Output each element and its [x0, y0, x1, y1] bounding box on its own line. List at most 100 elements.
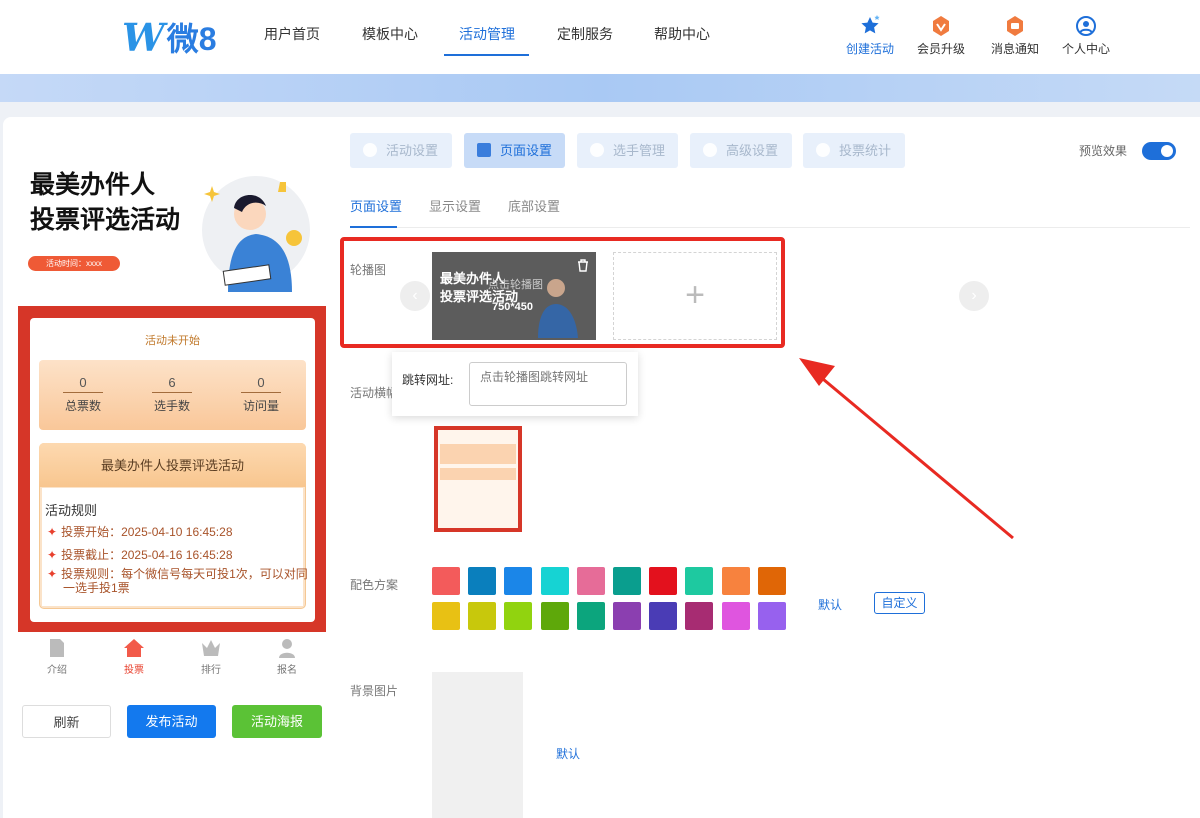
crown-icon	[202, 640, 220, 656]
activity-time-badge: 活动时间：xxxx	[28, 256, 120, 271]
vip-upgrade-label: 会员升级	[916, 42, 965, 56]
color-swatch[interactable]	[576, 602, 605, 630]
color-swatch[interactable]	[432, 602, 460, 630]
tab-signup-label: 报名	[277, 665, 297, 676]
user-circle-icon	[1076, 16, 1096, 36]
tab-intro[interactable]: 介绍	[37, 638, 77, 676]
subtab-active-underline	[350, 226, 397, 228]
subtab-bottom-settings[interactable]: 底部设置	[508, 196, 560, 215]
stat-total-votes-label: 总票数	[64, 399, 101, 413]
layout-icon	[477, 143, 491, 157]
background-image-label: 背景图片	[350, 684, 399, 698]
vip-badge-icon	[933, 16, 949, 36]
nav-templates[interactable]: 模板中心	[362, 24, 418, 44]
color-swatch[interactable]	[757, 567, 786, 595]
stat-total-votes-value: 0	[63, 375, 103, 393]
color-default-link[interactable]: 默认	[818, 596, 842, 613]
vip-upgrade-button[interactable]: 会员升级	[906, 14, 976, 57]
rule-end-text: 投票截止：2025-04-16 16:45:28	[61, 548, 233, 562]
carousel-next-button[interactable]: ›	[959, 281, 989, 311]
color-custom-button[interactable]: 自定义	[874, 592, 925, 614]
tab-ranking[interactable]: 排行	[191, 638, 231, 676]
chevron-right-icon: ›	[971, 287, 977, 304]
tab-activity-settings[interactable]: 活动设置	[350, 133, 452, 168]
background-image-placeholder[interactable]	[432, 672, 523, 818]
stat-contestants-value: 6	[152, 375, 192, 393]
tab-ranking-label: 排行	[201, 665, 221, 676]
color-swatch[interactable]	[432, 567, 460, 595]
color-swatch[interactable]	[576, 567, 605, 595]
rule-start-text: 投票开始：2025-04-10 16:45:28	[61, 525, 233, 539]
refresh-button[interactable]: 刷新	[22, 705, 111, 738]
tab-intro-label: 介绍	[47, 665, 67, 676]
color-swatch[interactable]	[504, 602, 533, 630]
color-swatch[interactable]	[613, 567, 641, 595]
color-swatch[interactable]	[540, 602, 569, 630]
tab-advanced-settings-label: 高级设置	[726, 143, 779, 158]
color-swatch[interactable]	[649, 567, 678, 595]
stat-visits: 0 访问量	[231, 375, 291, 414]
banner-thumb-heading	[440, 468, 516, 480]
color-swatch[interactable]	[649, 602, 678, 630]
personal-center-button[interactable]: 个人中心	[1051, 14, 1121, 57]
nav-custom-service[interactable]: 定制服务	[557, 24, 613, 44]
activity-status-text: 活动未开始	[145, 335, 200, 347]
nav-help-center[interactable]: 帮助中心	[654, 24, 710, 44]
tab-page-settings-label: 页面设置	[500, 143, 553, 158]
tab-signup[interactable]: 报名	[267, 638, 307, 676]
jump-url-input[interactable]	[469, 362, 627, 406]
subtab-page-settings[interactable]: 页面设置	[350, 196, 402, 215]
header-banner	[0, 74, 1200, 102]
preview-toggle[interactable]	[1142, 142, 1176, 160]
color-swatch[interactable]	[721, 567, 750, 595]
color-swatch[interactable]	[685, 567, 714, 595]
advanced-icon	[703, 143, 717, 157]
color-swatch[interactable]	[721, 602, 750, 630]
notifications-label: 消息通知	[990, 42, 1039, 56]
nav-activity-management[interactable]: 活动管理	[459, 24, 515, 44]
banner-thumb-stats	[440, 444, 516, 464]
logo-number: 8	[198, 21, 217, 57]
color-swatch[interactable]	[504, 567, 533, 595]
subtab-display-settings[interactable]: 显示设置	[429, 196, 481, 215]
tab-page-settings[interactable]: 页面设置	[464, 133, 565, 168]
star-create-icon	[861, 15, 880, 34]
tab-vote[interactable]: 投票	[114, 638, 154, 676]
message-badge-icon	[1007, 16, 1023, 36]
banner-label: 活动横幅	[350, 386, 399, 400]
rule-vote-text: 投票规则：每个微信号每天可投1次，可以对同	[61, 567, 308, 581]
tab-advanced-settings[interactable]: 高级设置	[690, 133, 792, 168]
stat-contestants: 6 选手数	[142, 375, 202, 414]
poster-title-line2: 投票评选活动	[30, 206, 181, 234]
banner-thumbnail[interactable]	[432, 412, 524, 535]
color-swatch[interactable]	[540, 567, 569, 595]
user-icon	[590, 143, 604, 157]
color-swatch[interactable]	[468, 602, 497, 630]
tab-vote-statistics[interactable]: 投票统计	[803, 133, 905, 168]
chart-icon	[816, 143, 830, 157]
shield-icon	[363, 143, 377, 157]
color-swatch[interactable]	[757, 602, 786, 630]
rule-vote-cont: 一选手投1票	[63, 581, 130, 595]
create-activity-label: 创建活动	[845, 42, 894, 56]
tab-contestant-management[interactable]: 选手管理	[577, 133, 678, 168]
activity-poster-button[interactable]: 活动海报	[232, 705, 322, 738]
publish-activity-button[interactable]: 发布活动	[127, 705, 216, 738]
home-icon	[124, 639, 144, 657]
create-activity-button[interactable]: 创建活动	[835, 14, 905, 57]
color-scheme-label: 配色方案	[350, 578, 399, 592]
star-bullet-icon: ✦	[47, 525, 58, 539]
background-default-link[interactable]: 默认	[556, 745, 580, 762]
stats-panel: 0 总票数 6 选手数 0 访问量	[39, 360, 306, 430]
nav-home[interactable]: 用户首页	[264, 24, 320, 44]
person-writing-illustration	[202, 176, 310, 292]
tab-vote-statistics-label: 投票统计	[839, 143, 892, 158]
activity-name-heading: 最美办件人投票评选活动	[39, 443, 306, 487]
logo[interactable]: W 微 8	[122, 14, 217, 58]
poster-title: 最美办件人 投票评选活动	[30, 168, 180, 238]
preview-toggle-label: 预览效果	[1079, 144, 1128, 158]
color-swatch[interactable]	[468, 567, 497, 595]
color-swatch[interactable]	[685, 602, 714, 630]
notifications-button[interactable]: 消息通知	[980, 14, 1050, 57]
color-swatch[interactable]	[613, 602, 641, 630]
